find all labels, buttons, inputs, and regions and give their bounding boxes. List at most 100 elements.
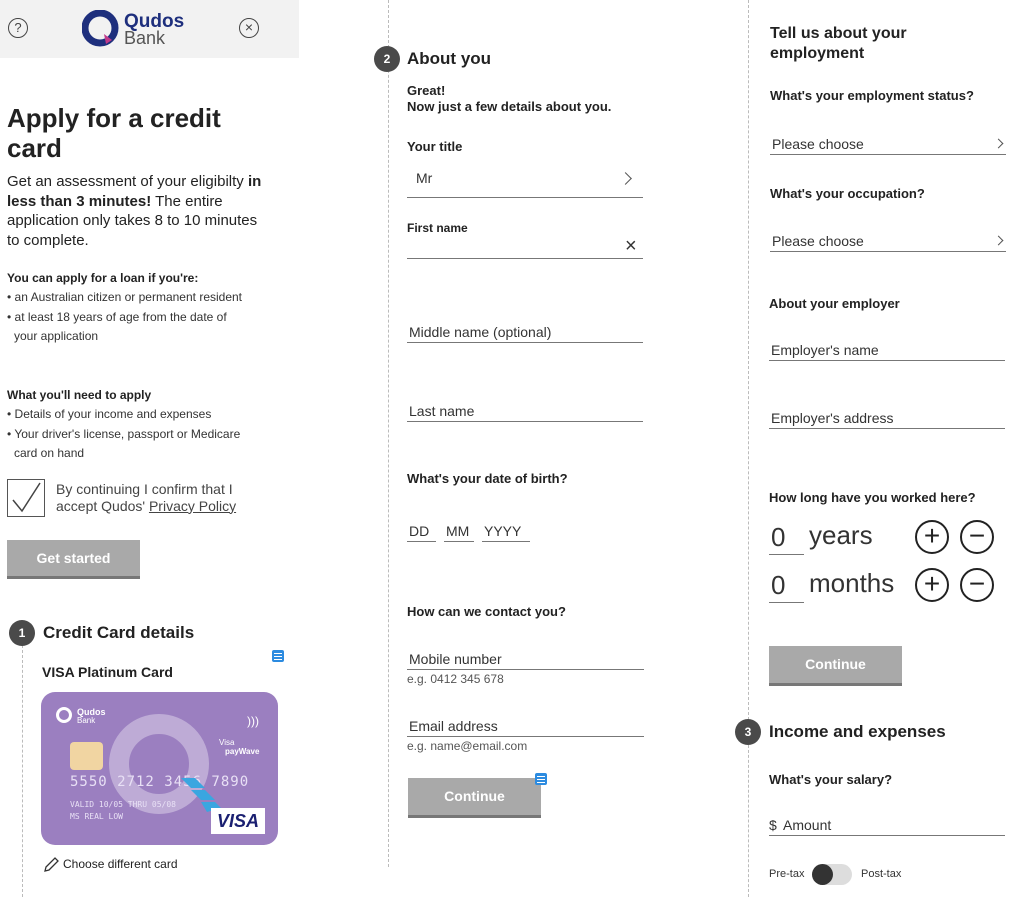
years-field[interactable]: 0: [769, 520, 804, 555]
qudos-logo: Qudos Bank: [82, 10, 192, 50]
card-brand-sub: Bank: [77, 716, 96, 725]
pencil-icon: [44, 857, 59, 872]
step1-title: Credit Card details: [43, 623, 195, 642]
employer-name-field[interactable]: Employer's name: [769, 340, 1005, 361]
middle-name-field[interactable]: Middle name (optional): [407, 322, 643, 343]
clear-icon[interactable]: ×: [625, 235, 637, 258]
last-name-field[interactable]: Last name: [407, 401, 643, 422]
page-title: Apply for a credit card: [7, 103, 221, 163]
dob-day-field[interactable]: DD: [407, 521, 436, 542]
intro-lead-1: Get an assessment of your eligibilty: [7, 173, 248, 190]
app-header: ? Qudos Bank ×: [0, 0, 299, 58]
get-started-button[interactable]: Get started: [7, 540, 140, 579]
choose-different-card-link[interactable]: Choose different card: [63, 857, 178, 871]
amount-placeholder: Amount: [783, 817, 832, 833]
occupation-question: What's your occupation?: [770, 186, 925, 201]
posttax-label: Post-tax: [861, 868, 902, 880]
help-icon[interactable]: ?: [8, 18, 28, 38]
close-icon[interactable]: ×: [239, 18, 259, 38]
employer-heading: About your employer: [769, 296, 900, 311]
years-value: 0: [771, 522, 786, 552]
employer-address-field[interactable]: Employer's address: [769, 408, 1005, 429]
card-qudos-mark-icon: [56, 707, 72, 723]
last-name-placeholder: Last name: [409, 403, 475, 419]
salary-question: What's your salary?: [769, 772, 893, 787]
contact-question: How can we contact you?: [407, 604, 566, 619]
first-name-label: First name: [407, 221, 468, 235]
dob-day-placeholder: DD: [409, 523, 430, 539]
mobile-placeholder: Mobile number: [409, 651, 502, 667]
currency-symbol: $: [769, 817, 777, 833]
contactless-icon: ))): [247, 714, 259, 728]
title-select[interactable]: Mr: [407, 164, 643, 198]
dob-question: What's your date of birth?: [407, 471, 568, 486]
list-item: an Australian citizen or permanent resid…: [7, 288, 247, 308]
needs-heading: What you'll need to apply: [7, 388, 152, 402]
dob-month-placeholder: MM: [446, 523, 470, 539]
step3-badge: 3: [735, 719, 761, 745]
years-unit: years: [809, 520, 873, 550]
list-item: Your driver's license, passport or Medic…: [7, 425, 247, 464]
card-chip: [70, 742, 103, 770]
months-value: 0: [771, 570, 786, 600]
intro-lead: Get an assessment of your eligibilty in …: [7, 172, 267, 250]
employment-status-value: Please choose: [772, 136, 864, 152]
years-increment-button[interactable]: +: [915, 520, 949, 554]
mobile-field[interactable]: Mobile number: [407, 649, 644, 670]
card-name: VISA Platinum Card: [42, 664, 173, 680]
employment-heading: Tell us about your employment: [770, 25, 907, 62]
months-increment-button[interactable]: +: [915, 568, 949, 602]
step1-connector: [22, 645, 23, 897]
card-holder: MS REAL LOW: [70, 812, 123, 821]
brand-sub: Bank: [124, 28, 166, 48]
email-field[interactable]: Email address: [407, 716, 644, 737]
note-icon[interactable]: [535, 773, 547, 785]
eligibility-heading: You can apply for a loan if you're:: [7, 271, 199, 285]
occupation-value: Please choose: [772, 233, 864, 249]
months-unit: months: [809, 568, 895, 598]
step2-badge: 2: [374, 46, 400, 72]
checkmark-icon: [12, 482, 41, 513]
employment-status-select[interactable]: Please choose: [770, 134, 1006, 155]
needs-list: Details of your income and expenses Your…: [7, 405, 247, 464]
months-field[interactable]: 0: [769, 568, 804, 603]
months-decrement-button[interactable]: −: [960, 568, 994, 602]
first-name-field[interactable]: ×: [407, 235, 643, 259]
employer-name-placeholder: Employer's name: [771, 342, 879, 358]
eligibility-list: an Australian citizen or permanent resid…: [7, 288, 247, 347]
continue-button-employment[interactable]: Continue: [769, 646, 902, 686]
continue-button-step2[interactable]: Continue: [408, 778, 541, 818]
column-divider-2: [748, 0, 749, 720]
step1-badge: 1: [9, 620, 35, 646]
list-item: at least 18 years of age from the date o…: [7, 308, 247, 347]
card-number: 5550 2712 3456 7890: [70, 774, 250, 790]
years-decrement-button[interactable]: −: [960, 520, 994, 554]
occupation-select[interactable]: Please choose: [770, 231, 1006, 252]
note-icon[interactable]: [272, 650, 284, 662]
greeting-2: Now just a few details about you.: [407, 99, 612, 114]
card-paywave: payWave: [225, 747, 260, 756]
title-value: Mr: [416, 170, 433, 186]
confirm-checkbox[interactable]: [7, 479, 45, 517]
step2-title: About you: [407, 49, 492, 68]
step3-connector: [748, 745, 749, 897]
card-valid: VALID 10/05 THRU 05/08: [70, 800, 176, 809]
employer-address-placeholder: Employer's address: [771, 410, 894, 426]
dob-month-field[interactable]: MM: [444, 521, 474, 542]
card-arrows-icon: [181, 778, 221, 812]
privacy-policy-link[interactable]: Privacy Policy: [149, 498, 236, 514]
step3-title: Income and expenses: [769, 722, 946, 741]
dob-year-field[interactable]: YYYY: [482, 521, 530, 542]
tenure-question: How long have you worked here?: [769, 490, 976, 505]
visa-logo: VISA: [211, 808, 265, 834]
dob-year-placeholder: YYYY: [484, 523, 522, 539]
column-divider-1: [388, 0, 389, 867]
chevron-right-icon: [993, 235, 1004, 246]
email-hint: e.g. name@email.com: [407, 739, 528, 753]
salary-field[interactable]: $ Amount: [769, 815, 1005, 836]
tax-toggle[interactable]: [812, 864, 852, 885]
email-placeholder: Email address: [409, 718, 498, 734]
employment-status-question: What's your employment status?: [770, 88, 974, 103]
credit-card-image: Qudos Bank ))) Visa payWave 5550 2712 34…: [41, 692, 278, 845]
title-label: Your title: [407, 139, 463, 154]
